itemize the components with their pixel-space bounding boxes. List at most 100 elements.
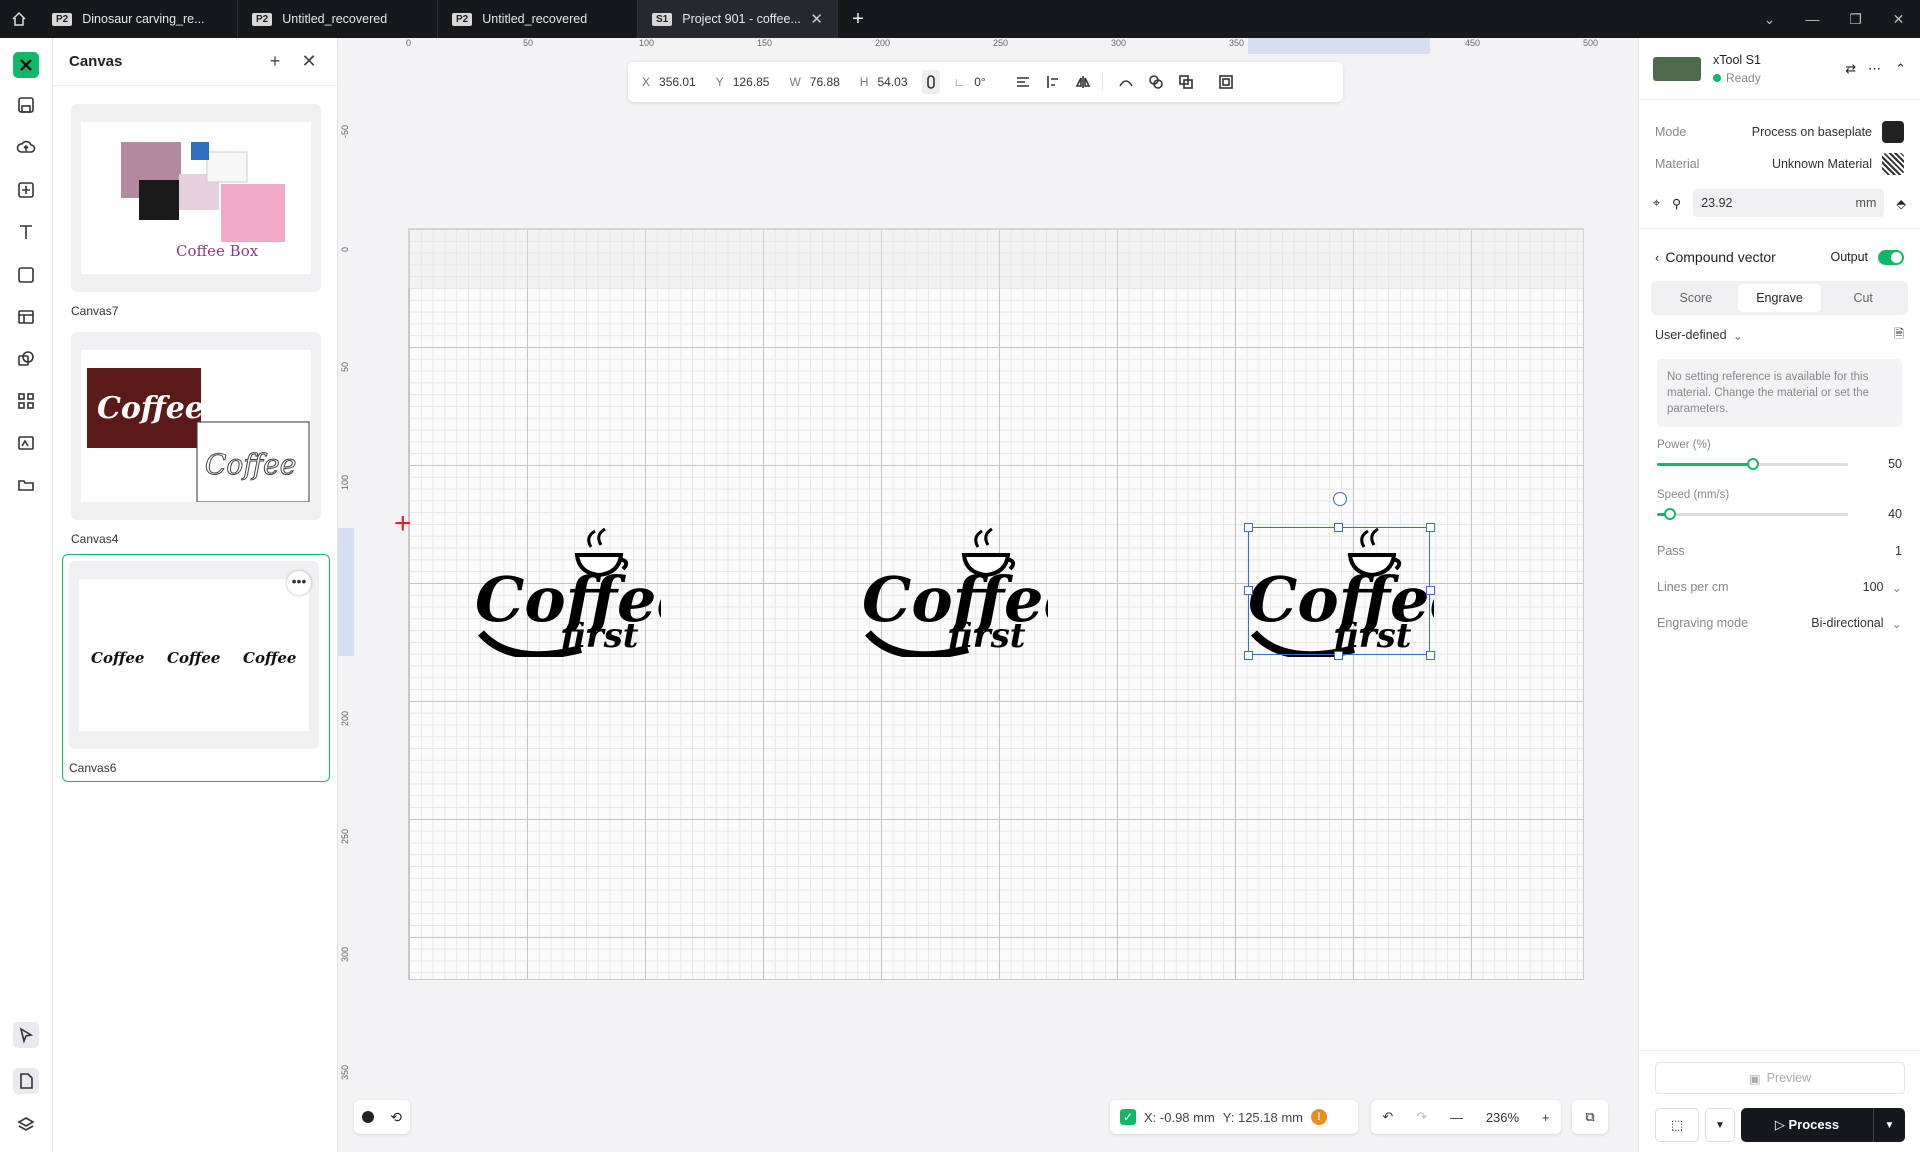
preset-row[interactable]: User-defined ⌄ 🗎 bbox=[1639, 319, 1920, 351]
measure-icon[interactable]: ⚲ bbox=[1672, 196, 1681, 211]
close-panel-icon[interactable]: ✕ bbox=[297, 50, 321, 74]
canvas-card[interactable]: Coffee Box Canvas7 bbox=[71, 104, 321, 318]
w-label: W bbox=[789, 75, 801, 89]
close-tab-icon[interactable]: ✕ bbox=[810, 10, 823, 28]
resize-handle[interactable] bbox=[1244, 651, 1253, 660]
canvas-card[interactable]: Coffee Coffee Canvas4 bbox=[71, 332, 321, 546]
save-preset-icon[interactable]: 🗎 bbox=[1894, 325, 1904, 346]
undo-icon[interactable]: ↶ bbox=[1382, 1109, 1393, 1125]
device-header[interactable]: xTool S1 Ready ⇄ ⋯ ⌃ bbox=[1639, 38, 1920, 100]
back-chevron-icon[interactable]: ‹ bbox=[1655, 250, 1659, 265]
zoom-level[interactable]: 236% bbox=[1486, 1110, 1519, 1125]
lines-per-cm-row[interactable]: Lines per cm 100 ⌄ bbox=[1639, 569, 1920, 605]
tab-3[interactable]: S1 Project 901 - coffee... ✕ bbox=[638, 0, 838, 38]
home-button[interactable] bbox=[0, 0, 38, 38]
x-field[interactable]: X 356.01 bbox=[642, 75, 696, 89]
output-toggle[interactable] bbox=[1878, 249, 1904, 265]
layout-icon[interactable] bbox=[13, 304, 39, 330]
resize-handle[interactable] bbox=[1426, 651, 1435, 660]
lock-ratio-icon[interactable] bbox=[921, 70, 940, 94]
path-edit-icon[interactable] bbox=[1113, 70, 1139, 94]
warning-icon[interactable]: ! bbox=[1311, 1109, 1328, 1125]
tab-2[interactable]: P2 Untitled_recovered bbox=[438, 0, 638, 38]
height-field[interactable]: H 54.03 bbox=[860, 75, 908, 89]
layers-icon[interactable] bbox=[13, 1112, 39, 1138]
align-icon[interactable] bbox=[1010, 70, 1036, 94]
combine-icon[interactable] bbox=[1143, 70, 1169, 94]
tab-cut[interactable]: Cut bbox=[1821, 284, 1905, 312]
frame-button[interactable]: ⬚ bbox=[1655, 1108, 1699, 1142]
resize-handle[interactable] bbox=[1334, 523, 1343, 532]
thickness-input[interactable]: 23.92 mm bbox=[1693, 189, 1885, 217]
distribute-icon[interactable] bbox=[1040, 70, 1066, 94]
autofocus-icon[interactable]: ⌖ bbox=[1653, 196, 1660, 211]
rotation-field[interactable]: ∟ 0° bbox=[954, 75, 986, 89]
resize-handle[interactable] bbox=[1334, 651, 1343, 660]
upload-cloud-icon[interactable] bbox=[13, 134, 39, 160]
add-element-icon[interactable] bbox=[13, 177, 39, 203]
check-icon[interactable]: ✓ bbox=[1120, 1109, 1136, 1125]
zoom-in-icon[interactable]: + bbox=[1542, 1110, 1550, 1125]
ai-image-icon[interactable] bbox=[13, 430, 39, 456]
material-row[interactable]: Material Unknown Material bbox=[1639, 148, 1920, 180]
y-field[interactable]: Y 126.85 bbox=[716, 75, 770, 89]
minimize-icon[interactable]: — bbox=[1791, 11, 1834, 27]
engraving-mode-row[interactable]: Engraving mode Bi-directional ⌄ bbox=[1639, 605, 1920, 641]
tab-engrave[interactable]: Engrave bbox=[1737, 284, 1822, 312]
group-icon[interactable] bbox=[1213, 70, 1239, 94]
capture-icon[interactable] bbox=[362, 1111, 375, 1123]
more-options-icon[interactable]: ••• bbox=[287, 571, 311, 595]
app-logo-icon[interactable] bbox=[13, 52, 39, 78]
preview-button[interactable]: ▣ Preview bbox=[1655, 1062, 1905, 1094]
tab-title: Untitled_recovered bbox=[282, 12, 388, 26]
selection-box[interactable] bbox=[1248, 527, 1430, 655]
save-icon[interactable] bbox=[13, 92, 39, 118]
zoom-out-icon[interactable]: — bbox=[1450, 1110, 1463, 1125]
shapes-library-icon[interactable] bbox=[13, 346, 39, 372]
workspace[interactable]: 0 50 100 150 200 250 300 350 400 450 500… bbox=[338, 38, 1638, 1152]
redo-icon[interactable]: ↷ bbox=[1416, 1109, 1427, 1125]
pass-row[interactable]: Pass 1 bbox=[1639, 533, 1920, 569]
process-button[interactable]: ▷ Process ▼ bbox=[1741, 1108, 1905, 1142]
frame-dropdown[interactable]: ▼ bbox=[1705, 1108, 1735, 1142]
process-dropdown-icon[interactable]: ▼ bbox=[1873, 1108, 1905, 1142]
close-window-icon[interactable]: ✕ bbox=[1877, 11, 1920, 28]
width-field[interactable]: W 76.88 bbox=[789, 75, 839, 89]
rotate-handle-icon[interactable] bbox=[1333, 492, 1347, 506]
text-tool-icon[interactable] bbox=[13, 219, 39, 245]
speed-slider[interactable]: 40 bbox=[1639, 501, 1920, 527]
swap-device-icon[interactable]: ⇄ bbox=[1845, 61, 1856, 77]
add-canvas-icon[interactable]: + bbox=[263, 50, 287, 74]
resize-handle[interactable] bbox=[1426, 523, 1435, 532]
new-tab-button[interactable]: + bbox=[838, 0, 878, 38]
resize-handle[interactable] bbox=[1244, 523, 1253, 532]
tab-score[interactable]: Score bbox=[1654, 284, 1738, 312]
subtract-icon[interactable] bbox=[1173, 70, 1199, 94]
more-options-icon[interactable]: ⋯ bbox=[1868, 61, 1881, 77]
power-slider[interactable]: 50 bbox=[1639, 451, 1920, 477]
canvas-thumbnail: Coffee Coffee bbox=[71, 332, 321, 520]
restore-icon[interactable]: ❐ bbox=[1834, 11, 1877, 28]
flip-icon[interactable] bbox=[1070, 70, 1096, 94]
resize-handle[interactable] bbox=[1426, 586, 1435, 595]
canvas-card-active[interactable]: Coffee Coffee Coffee ••• Canvas6 bbox=[62, 554, 330, 782]
x-value: 356.01 bbox=[659, 75, 696, 89]
ruler-top: 0 50 100 150 200 250 300 350 400 450 500 bbox=[338, 38, 1638, 54]
apps-icon[interactable] bbox=[13, 388, 39, 414]
tab-badge: S1 bbox=[652, 12, 673, 26]
mode-row[interactable]: Mode Process on baseplate bbox=[1639, 116, 1920, 148]
duplicate-button[interactable]: ⧉ bbox=[1572, 1100, 1608, 1134]
tab-0[interactable]: P2 Dinosaur carving_re... bbox=[38, 0, 238, 38]
collapse-icon[interactable]: ⌃ bbox=[1895, 61, 1906, 77]
folder-icon[interactable] bbox=[13, 472, 39, 498]
chevron-down-icon[interactable]: ⌄ bbox=[1748, 11, 1791, 28]
shape-tool-icon[interactable] bbox=[13, 262, 39, 288]
coffee-logo-object[interactable]: Coffee first bbox=[473, 525, 661, 657]
canvas-pages-icon[interactable] bbox=[13, 1068, 39, 1094]
coffee-logo-object[interactable]: Coffee first bbox=[860, 525, 1048, 657]
lift-icon[interactable]: ⬘ bbox=[1896, 196, 1906, 211]
resize-handle[interactable] bbox=[1244, 586, 1253, 595]
refresh-camera-icon[interactable]: ⟲ bbox=[390, 1109, 402, 1126]
tab-1[interactable]: P2 Untitled_recovered bbox=[238, 0, 438, 38]
select-tool-icon[interactable] bbox=[13, 1022, 39, 1048]
